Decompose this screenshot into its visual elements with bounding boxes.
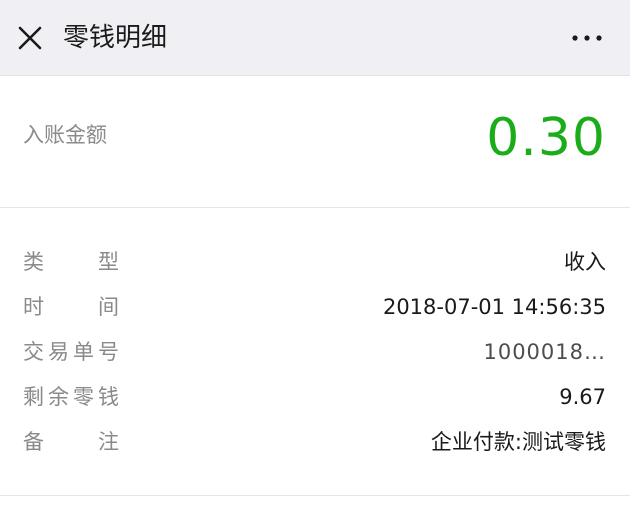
amount-section: 入账金额 0.30 [0, 76, 630, 208]
detail-label: 备注 [23, 430, 119, 454]
detail-row-remark: 备注 企业付款:测试零钱 [0, 424, 630, 460]
detail-row-balance: 剩余零钱 9.67 [0, 379, 630, 415]
detail-label: 类型 [23, 250, 119, 274]
navigation-bar: 零钱明细 [0, 0, 630, 76]
detail-row-time: 时间 2018-07-01 14:56:35 [0, 289, 630, 325]
detail-row-type: 类型 收入 [0, 244, 630, 280]
amount-value: 0.30 [486, 108, 606, 168]
detail-label: 剩余零钱 [23, 385, 119, 409]
detail-value-transaction-id: 1000018… [483, 340, 606, 364]
close-icon[interactable] [16, 24, 44, 52]
detail-label: 时间 [23, 295, 119, 319]
page-title: 零钱明细 [63, 23, 168, 53]
detail-value: 企业付款:测试零钱 [430, 430, 606, 454]
more-options-icon[interactable] [570, 28, 604, 48]
transaction-details: 类型 收入 时间 2018-07-01 14:56:35 交易单号 100001… [0, 208, 630, 496]
detail-value: 2018-07-01 14:56:35 [382, 295, 606, 319]
amount-label: 入账金额 [23, 123, 107, 147]
detail-label: 交易单号 [23, 340, 119, 364]
transaction-detail-page: 零钱明细 入账金额 0.30 类型 收入 时间 2018-07-01 14:56… [0, 0, 630, 511]
detail-value: 9.67 [559, 385, 606, 409]
detail-row-transaction-id: 交易单号 1000018… [0, 334, 630, 370]
detail-value: 收入 [564, 250, 606, 274]
